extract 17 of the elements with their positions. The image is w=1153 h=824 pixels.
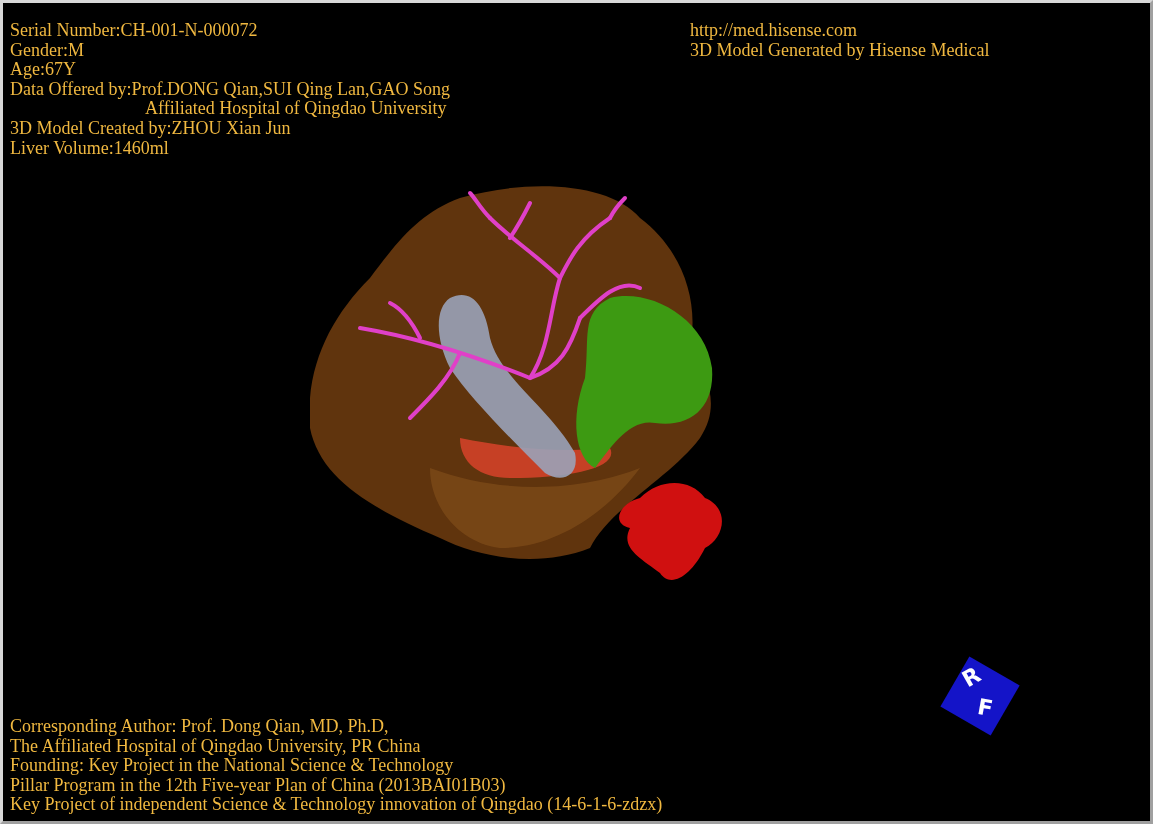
info-text: Serial Number:CH-001-N-000072 <box>10 21 258 41</box>
credit-text: 3D Model Generated by Hisense Medical <box>690 40 990 61</box>
footer-text: Pillar Program in the 12th Five-year Plan of China (2013BAI01B03) <box>10 775 506 796</box>
info-text: Gender:M <box>10 40 84 61</box>
orientation-label: F <box>975 696 995 721</box>
footer-text: Key Project of independent Science & Technology innovation of Qingdao (14-6-1-6-zdzx) <box>10 795 663 815</box>
orientation-label: R <box>958 663 985 692</box>
footer-text: The Affiliated Hospital of Qingdao University, PR China <box>10 736 421 757</box>
info-text: Liver Volume:1460ml <box>10 138 169 159</box>
credit-text: http://med.hisense.com <box>690 21 857 41</box>
info-text: Data Offered by:Prof.DONG Qian,SUI Qing Lan,GAO Song <box>10 79 451 100</box>
footer-text: Corresponding Author: Prof. Dong Qian, MD, Ph.D, <box>10 717 389 737</box>
info-text: Age:67Y <box>10 60 76 80</box>
info-text: Affiliated Hospital of Qingdao University <box>145 99 447 119</box>
orientation-cube[interactable]: R F <box>940 656 1020 736</box>
footer-text: Founding: Key Project in the National Science & Technology <box>10 756 454 776</box>
info-text: 3D Model Created by:ZHOU Xian Jun <box>10 118 291 139</box>
